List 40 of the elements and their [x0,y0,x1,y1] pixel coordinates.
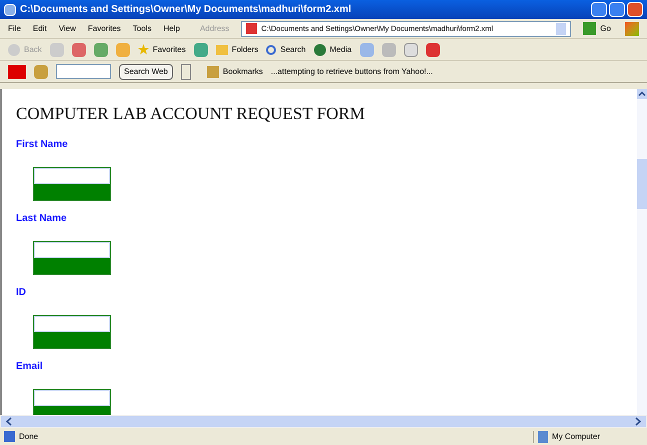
field-label: Email [16,360,44,374]
scroll-right-icon[interactable] [634,416,642,427]
menu-item[interactable]: Favorites [88,22,121,34]
menu-item[interactable]: Edit [32,22,47,34]
bookmarks-button[interactable]: Bookmarks [206,66,263,78]
status-text: Done [19,430,38,442]
search-web-button[interactable]: Search Web [119,64,173,80]
menu-item[interactable]: Help [163,22,180,34]
favorites-button[interactable]: Favorites [138,44,186,56]
input-field[interactable] [33,314,111,348]
field-label: ID [16,286,27,300]
scroll-left-icon[interactable] [5,416,13,427]
minimize-button[interactable] [591,2,607,17]
horizontal-scrollbar[interactable] [0,415,647,428]
close-button[interactable] [627,2,643,17]
menu-item[interactable]: File [8,22,21,34]
go-button[interactable]: Go [583,22,611,35]
yahoo-search-field[interactable] [56,64,111,79]
scroll-thumb[interactable] [637,159,647,209]
media-button[interactable]: Media [314,44,352,56]
vertical-scrollbar[interactable] [637,89,647,415]
folders-button[interactable]: Folders [216,44,258,56]
zone-text: My Computer [552,430,600,442]
input-field[interactable] [33,240,111,274]
search-button[interactable]: Search [266,44,306,56]
menu-item[interactable]: View [58,22,76,34]
menu-item[interactable]: Tools [132,22,152,34]
yahoo-status-text: ...attempting to retrieve buttons from Yahoo!... [270,66,433,78]
dropdown-icon[interactable] [180,64,191,80]
input-field[interactable] [33,166,111,200]
dropdown-icon[interactable] [556,22,566,34]
input-field[interactable] [33,388,111,415]
field-label: Last Name [16,212,68,226]
window-title: C:\Documents and Settings\Owner\My Documents\madhuri\form2.xml [20,3,352,17]
star-icon [138,44,149,55]
scroll-up-icon[interactable] [637,89,647,99]
form-heading: COMPUTER LAB ACCOUNT REQUEST FORM [16,103,366,125]
address-label: Address [200,22,230,34]
field-label: First Name [16,138,69,152]
restore-button[interactable] [609,2,625,17]
